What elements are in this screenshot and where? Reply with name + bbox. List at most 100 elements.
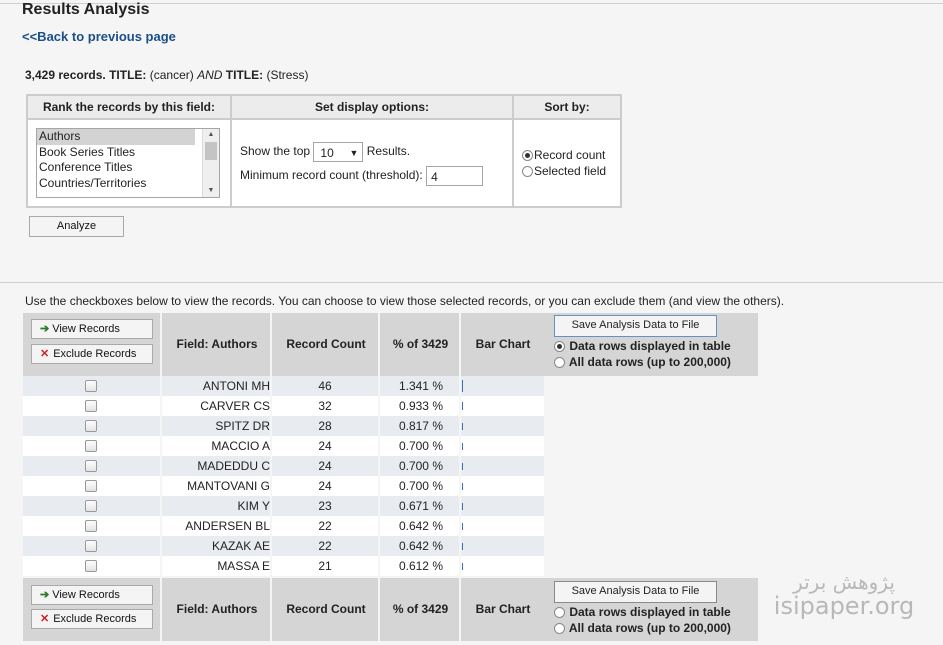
sort-selected-field-option[interactable]: Selected field xyxy=(514,163,620,179)
row-checkbox[interactable] xyxy=(85,560,97,572)
analyze-button[interactable]: Analyze xyxy=(29,216,124,237)
column-divider xyxy=(459,416,461,436)
display-options-cell: Show the top 10 ▼ Results. Minimum record… xyxy=(230,118,514,208)
field-option[interactable]: Authors xyxy=(37,129,195,145)
rows-displayed-option[interactable]: Data rows displayed in table xyxy=(554,339,731,353)
exclude-records-label: Exclude Records xyxy=(53,613,137,625)
row-checkbox[interactable] xyxy=(85,420,97,432)
field-option[interactable]: Book Series Titles xyxy=(37,145,195,161)
count-cell: 24 xyxy=(318,459,332,473)
exclude-records-button[interactable]: ✕ Exclude Records xyxy=(31,609,153,629)
radio-unselected-icon[interactable] xyxy=(554,357,565,369)
author-cell[interactable]: KIM Y xyxy=(162,496,270,516)
pct-cell: 1.341 % xyxy=(398,379,443,393)
radio-selected-icon[interactable] xyxy=(554,341,565,353)
column-divider xyxy=(459,556,461,576)
row-checkbox[interactable] xyxy=(85,480,97,492)
view-records-button[interactable]: ➔ View Records xyxy=(31,585,153,605)
exclude-records-label: Exclude Records xyxy=(53,348,137,360)
show-top-value: 10 xyxy=(320,145,334,160)
query-records-word: records. xyxy=(58,68,106,82)
row-checkbox[interactable] xyxy=(85,540,97,552)
col-pct-header: % of 3429 xyxy=(378,578,461,641)
author-cell[interactable]: ANDERSEN BL xyxy=(162,516,270,536)
table-row: ANTONI MH 46 1.341 % xyxy=(23,376,544,396)
row-checkbox[interactable] xyxy=(85,520,97,532)
col-field-header: Field: Authors xyxy=(160,313,272,376)
bar-chart-bar xyxy=(462,543,463,550)
author-cell[interactable]: MANTOVANI G xyxy=(162,476,270,496)
show-top-row: Show the top 10 ▼ Results. xyxy=(232,139,512,163)
save-analysis-button[interactable]: Save Analysis Data to File xyxy=(554,315,717,337)
author-cell[interactable]: MASSA E xyxy=(162,556,270,576)
watermark-site: isipaper.org xyxy=(773,592,915,620)
radio-unselected-icon[interactable] xyxy=(554,623,565,635)
author-cell[interactable]: ANTONI MH xyxy=(162,376,270,396)
count-cell: 28 xyxy=(318,419,332,433)
all-rows-label: All data rows (up to 200,000) xyxy=(568,621,731,635)
bar-chart-bar xyxy=(462,563,463,570)
min-count-input[interactable]: 4 xyxy=(426,165,484,186)
radio-unselected-icon[interactable] xyxy=(522,166,533,178)
author-cell[interactable]: KAZAK AE xyxy=(162,536,270,556)
row-checkbox[interactable] xyxy=(85,380,97,392)
scroll-down-icon[interactable]: ▼ xyxy=(203,185,219,197)
analysis-options-table: Rank the records by this field: Set disp… xyxy=(26,94,622,208)
view-records-button[interactable]: ➔ View Records xyxy=(31,319,153,339)
sort-options-cell: Record count Selected field xyxy=(512,118,622,208)
row-checkbox[interactable] xyxy=(85,500,97,512)
field-option[interactable]: Countries/Territories xyxy=(37,176,195,192)
author-cell[interactable]: CARVER CS xyxy=(162,396,270,416)
section-divider xyxy=(0,282,943,283)
show-top-select[interactable]: 10 ▼ xyxy=(313,141,364,162)
table-row: MACCIO A 24 0.700 % xyxy=(23,436,544,456)
show-top-label: Show the top xyxy=(240,144,311,158)
scroll-thumb[interactable] xyxy=(205,142,217,160)
dropdown-arrow-icon: ▼ xyxy=(349,147,359,158)
all-rows-option[interactable]: All data rows (up to 200,000) xyxy=(554,621,731,635)
arrow-right-icon: ➔ xyxy=(40,589,50,601)
author-cell[interactable]: SPITZ DR xyxy=(162,416,270,436)
bar-chart-bar xyxy=(462,402,463,410)
column-divider xyxy=(459,516,461,536)
author-cell[interactable]: MADEDDU C xyxy=(162,456,270,476)
count-cell: 21 xyxy=(318,559,332,573)
table-row: KAZAK AE 22 0.642 % xyxy=(23,536,544,556)
back-link[interactable]: <<Back to previous page xyxy=(22,29,176,44)
rank-header: Rank the records by this field: xyxy=(26,94,232,120)
table-row: MANTOVANI G 24 0.700 % xyxy=(23,476,544,496)
save-analysis-button[interactable]: Save Analysis Data to File xyxy=(554,581,717,603)
rows-displayed-label: Data rows displayed in table xyxy=(569,339,731,353)
rows-displayed-option[interactable]: Data rows displayed in table xyxy=(554,605,731,619)
col-count-header[interactable]: Record Count xyxy=(270,313,380,376)
listbox-scrollbar[interactable]: ▲ ▼ xyxy=(202,129,219,197)
pct-cell: 0.671 % xyxy=(398,499,443,513)
row-checkbox[interactable] xyxy=(85,400,97,412)
query-term-2: (Stress) xyxy=(266,68,309,82)
sort-selected-field-label: Selected field xyxy=(534,164,607,178)
col-count-header[interactable]: Record Count xyxy=(270,578,380,641)
rows-displayed-label: Data rows displayed in table xyxy=(569,605,731,619)
row-checkbox[interactable] xyxy=(85,440,97,452)
view-records-label: View Records xyxy=(52,323,120,335)
scroll-up-icon[interactable]: ▲ xyxy=(203,129,219,141)
pct-cell: 0.642 % xyxy=(398,519,443,533)
all-rows-option[interactable]: All data rows (up to 200,000) xyxy=(554,355,731,369)
exclude-records-button[interactable]: ✕ Exclude Records xyxy=(31,344,153,364)
radio-selected-icon[interactable] xyxy=(522,150,533,162)
field-option[interactable]: Conference Titles xyxy=(37,160,195,176)
row-checkbox[interactable] xyxy=(85,460,97,472)
author-cell[interactable]: MACCIO A xyxy=(162,436,270,456)
bar-chart-bar xyxy=(462,380,463,392)
table-row: CARVER CS 32 0.933 % xyxy=(23,396,544,416)
column-divider xyxy=(459,456,461,476)
display-header: Set display options: xyxy=(230,94,514,120)
column-divider xyxy=(459,496,461,516)
col-pct-header: % of 3429 xyxy=(378,313,461,376)
rank-field-cell: Authors Book Series Titles Conference Ti… xyxy=(26,118,232,208)
pct-cell: 0.817 % xyxy=(398,419,443,433)
radio-unselected-icon[interactable] xyxy=(554,607,565,619)
table-row: KIM Y 23 0.671 % xyxy=(23,496,544,516)
sort-record-count-option[interactable]: Record count xyxy=(514,147,620,163)
rank-field-listbox[interactable]: Authors Book Series Titles Conference Ti… xyxy=(36,128,220,198)
